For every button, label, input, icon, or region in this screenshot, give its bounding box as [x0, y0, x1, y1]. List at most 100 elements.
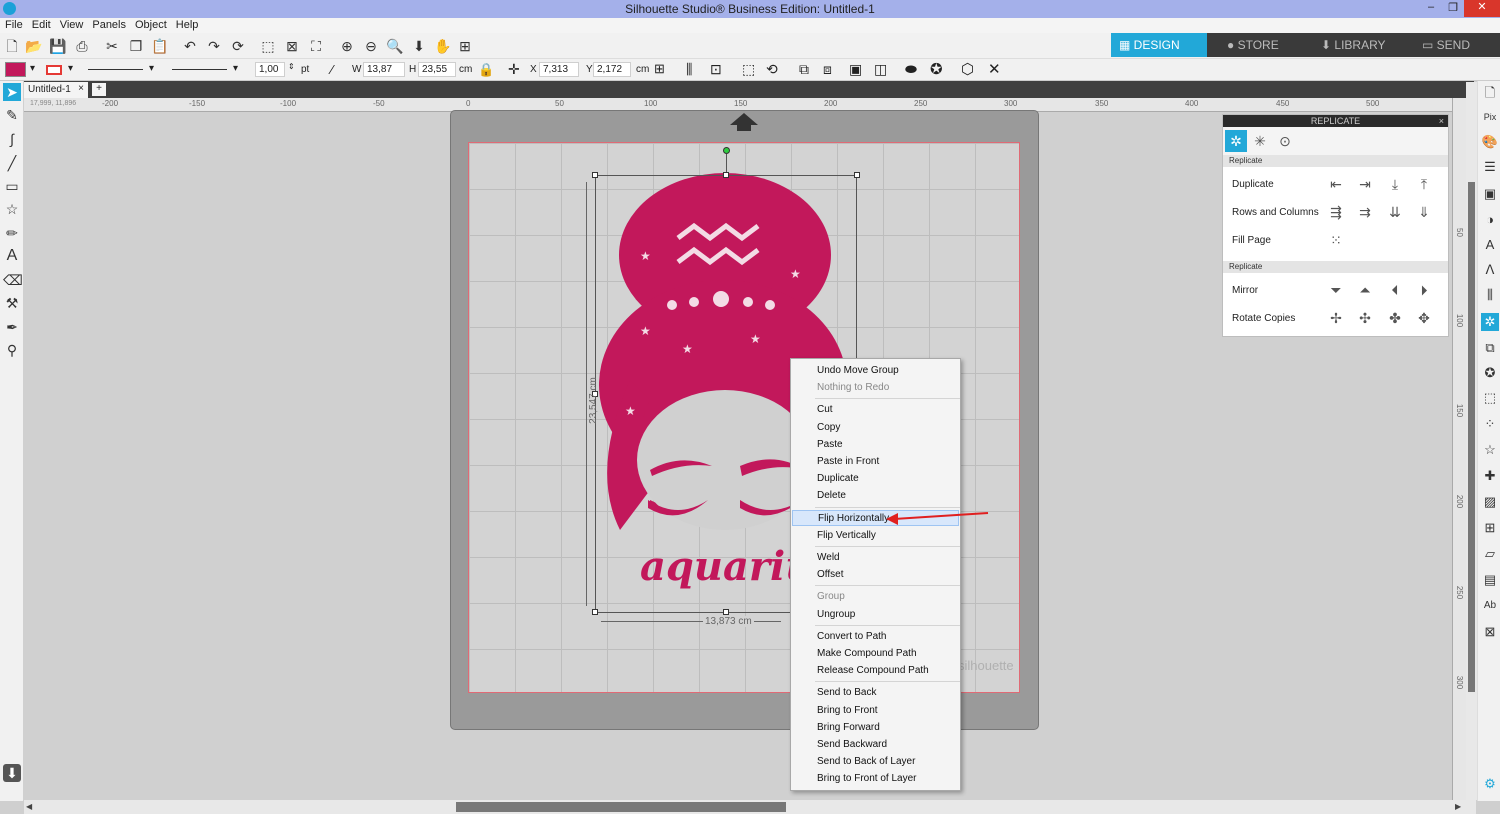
lock-aspect-icon[interactable]: 🔒 — [478, 62, 494, 78]
vertical-scroll-thumb[interactable] — [1468, 182, 1475, 692]
transform-icon[interactable]: ⬚ — [742, 61, 755, 78]
scroll-right-icon[interactable]: ▶ — [1455, 802, 1463, 812]
pixscan-icon[interactable]: Pix — [1481, 108, 1499, 126]
pencil-tool-icon[interactable]: ✏ — [3, 224, 21, 242]
tab-library[interactable]: ⬇ LIBRARY — [1313, 33, 1413, 57]
nesting-panel-icon[interactable]: ⊞ — [1481, 519, 1499, 537]
tab-design[interactable]: ▦ DESIGN — [1111, 33, 1207, 57]
minimize-button[interactable]: – — [1420, 1, 1442, 16]
menu-item-convert-to-path[interactable]: Convert to Path — [792, 628, 959, 644]
horizontal-scroll-thumb[interactable] — [456, 802, 786, 812]
menu-view[interactable]: View — [55, 18, 88, 31]
stroke-dropdown-arrow-icon[interactable]: ▾ — [68, 63, 73, 74]
y-position-input[interactable]: 2,172 — [593, 62, 631, 77]
3d-box-icon[interactable]: ⬡ — [961, 60, 974, 78]
menu-panels[interactable]: Panels — [87, 18, 130, 31]
text-panel-icon[interactable]: A — [1481, 236, 1499, 254]
bezier-tool-icon[interactable]: ∫ — [3, 130, 21, 148]
fit-to-page-icon[interactable]: ⬇ — [410, 37, 428, 55]
menu-file[interactable]: File — [0, 18, 27, 31]
sketch-panel-icon[interactable]: ⁘ — [1481, 415, 1499, 433]
column-of-four-icon[interactable]: ⇓ — [1413, 201, 1435, 223]
line-width-stepper-icon[interactable]: ⇕ — [288, 62, 295, 71]
rotate-two-icon[interactable]: ✢ — [1325, 307, 1347, 329]
menu-object[interactable]: Object — [130, 18, 171, 31]
zoom-select-icon[interactable]: 🔍 — [386, 37, 404, 55]
star-tool-icon[interactable]: ☆ — [3, 200, 21, 218]
stroke-color-swatch[interactable] — [46, 65, 62, 75]
fill-dropdown-arrow-icon[interactable]: ▾ — [30, 63, 35, 74]
cut-icon[interactable]: ✂ — [103, 37, 121, 55]
row-of-three-icon[interactable]: ⇶ — [1325, 201, 1347, 223]
puzzle-panel-icon[interactable]: ✚ — [1481, 467, 1499, 485]
text-tool-icon[interactable]: A — [3, 247, 21, 265]
menu-item-make-compound-path[interactable]: Make Compound Path — [792, 645, 959, 661]
replicate-advanced-tab-icon[interactable]: ✳ — [1249, 130, 1271, 152]
menu-help[interactable]: Help — [171, 18, 203, 31]
hatch-panel-icon[interactable]: ▨ — [1481, 493, 1499, 511]
fill-page-icon[interactable]: ⁙ — [1325, 229, 1347, 251]
rhinestone-panel-icon[interactable]: ⊠ — [1481, 623, 1499, 641]
new-file-icon[interactable]: 🗋 — [3, 37, 21, 55]
pan-hand-icon[interactable]: ✋ — [434, 37, 452, 55]
eraser-tool-icon[interactable]: ⌫ — [3, 271, 23, 289]
align-panel-icon[interactable]: ⫼ — [1481, 286, 1499, 304]
save-icon[interactable]: 💾 — [49, 37, 67, 55]
duplicate-right-icon[interactable]: ⇥ — [1354, 173, 1376, 195]
favorites-panel-icon[interactable]: ☆ — [1481, 441, 1499, 459]
line-end-arrow-icon[interactable]: ▾ — [233, 63, 238, 74]
menu-item-copy[interactable]: Copy — [792, 419, 959, 435]
select-by-color-icon[interactable]: ⛶ — [307, 37, 325, 55]
menu-item-flip-vertically[interactable]: Flip Vertically — [792, 527, 959, 543]
rotate-icon[interactable]: ⟲ — [766, 61, 778, 78]
page-setup-icon[interactable]: 🗋 — [1481, 84, 1499, 102]
trace-panel-icon[interactable]: ⬚ — [1481, 389, 1499, 407]
replicate-close-icon[interactable]: × — [1439, 115, 1444, 127]
maximize-button[interactable]: ❐ — [1442, 1, 1464, 16]
contrast-icon[interactable]: ◑ — [1481, 211, 1499, 229]
compound-path-icon[interactable]: ▣ — [849, 61, 862, 78]
resize-handle-tl[interactable] — [592, 172, 598, 178]
select-tool-icon[interactable]: ➤ — [3, 83, 21, 101]
center-to-page-icon[interactable]: ⊡ — [710, 61, 722, 78]
menu-item-send-to-back-of-layer[interactable]: Send to Back of Layer — [792, 753, 959, 769]
ungroup-icon[interactable]: ⧈ — [823, 61, 832, 78]
pen-tool-icon[interactable]: ✒ — [3, 318, 21, 336]
align-icon[interactable]: ⫼ — [686, 61, 692, 78]
add-page-icon[interactable]: ⊞ — [456, 37, 474, 55]
x-position-input[interactable]: 7,313 — [539, 62, 579, 77]
duplicate-below-icon[interactable]: ⤓ — [1384, 173, 1406, 195]
menu-item-paste-in-front[interactable]: Paste in Front — [792, 453, 959, 469]
group-icon[interactable]: ⧉ — [799, 61, 809, 78]
rotate-six-icon[interactable]: ✥ — [1413, 307, 1435, 329]
menu-item-delete[interactable]: Delete — [792, 487, 959, 503]
image-effects-icon[interactable]: ▣ — [1481, 185, 1499, 203]
menu-item-bring-to-front[interactable]: Bring to Front — [792, 702, 959, 718]
resize-handle-bl[interactable] — [592, 609, 598, 615]
rotate-three-icon[interactable]: ✣ — [1354, 307, 1376, 329]
width-input[interactable]: 13,87 — [363, 62, 405, 77]
menu-item-paste[interactable]: Paste — [792, 436, 959, 452]
edit-points-icon[interactable]: ✎ — [3, 106, 21, 124]
library-panel-icon[interactable]: ▤ — [1481, 571, 1499, 589]
menu-item-offset[interactable]: Offset — [792, 566, 959, 582]
offset-panel-icon[interactable]: ✪ — [1481, 364, 1499, 382]
mirror-left-icon[interactable]: ⏴ — [1384, 279, 1406, 301]
mirror-above-icon[interactable]: ⏶ — [1354, 279, 1376, 301]
paste-icon[interactable]: 📋 — [151, 37, 169, 55]
menu-item-release-compound-path[interactable]: Release Compound Path — [792, 662, 959, 678]
line-end-selector[interactable] — [172, 69, 227, 70]
document-tab[interactable]: Untitled-1 × — [24, 82, 88, 98]
menu-item-duplicate[interactable]: Duplicate — [792, 470, 959, 486]
text-style-icon[interactable]: ᐱ — [1481, 261, 1499, 279]
rectangle-tool-icon[interactable]: ▭ — [3, 177, 21, 195]
menu-item-undo-move-group[interactable]: Undo Move Group — [792, 362, 959, 378]
menu-edit[interactable]: Edit — [27, 18, 55, 31]
knife-tool-icon[interactable]: ⚒ — [3, 294, 21, 312]
line-style-panel-icon[interactable]: ☰ — [1481, 158, 1499, 176]
copy-icon[interactable]: ❐ — [127, 37, 145, 55]
font-panel-icon[interactable]: Ab — [1481, 597, 1499, 615]
close-window-button[interactable]: ✕ — [1464, 0, 1500, 17]
menu-item-cut[interactable]: Cut — [792, 401, 959, 417]
close-x-icon[interactable]: ✕ — [988, 60, 1001, 78]
